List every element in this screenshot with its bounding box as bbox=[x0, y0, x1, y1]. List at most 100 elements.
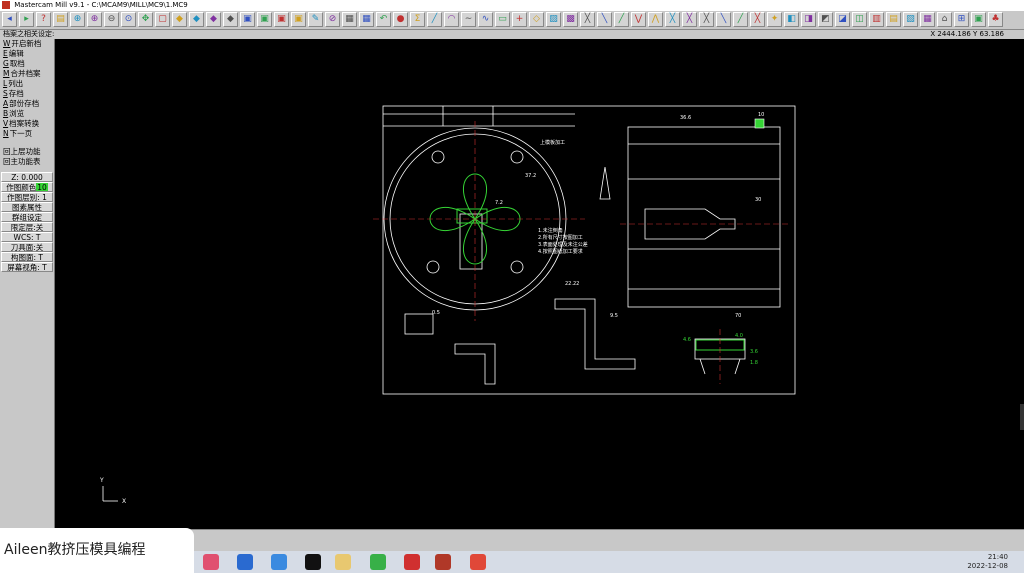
folder-taskbar-icon[interactable] bbox=[335, 554, 351, 570]
back-menu-button[interactable]: 回上层功能 bbox=[0, 147, 54, 157]
menu-item-get[interactable]: G取档 bbox=[0, 59, 54, 69]
transform-2-icon[interactable]: ▦ bbox=[359, 12, 374, 27]
color-button[interactable]: 作图颜色10 bbox=[1, 182, 53, 192]
menu-item-merge[interactable]: M合并档案 bbox=[0, 69, 54, 79]
acrobat-taskbar-icon[interactable] bbox=[404, 554, 420, 570]
toolpath-13-icon[interactable]: ▣ bbox=[971, 12, 986, 27]
toolpath-3-icon[interactable]: ◨ bbox=[801, 12, 816, 27]
rectangle-icon[interactable]: ▭ bbox=[495, 12, 510, 27]
surface-icon[interactable]: ▨ bbox=[546, 12, 561, 27]
system-clock[interactable]: 21:40 2022-12-08 bbox=[967, 553, 1008, 571]
menu-item-save-some[interactable]: A部份存档 bbox=[0, 99, 54, 109]
zoom-out-icon[interactable]: ⊖ bbox=[104, 12, 119, 27]
toolpath-7-icon[interactable]: ▥ bbox=[869, 12, 884, 27]
app-taskbar-icon[interactable] bbox=[203, 554, 219, 570]
clock-date: 2022-12-08 bbox=[967, 562, 1008, 570]
sphere-icon[interactable]: ● bbox=[393, 12, 408, 27]
z-depth-button[interactable]: Z: 0.000 bbox=[1, 172, 53, 182]
menu-item-convert[interactable]: V档案转换 bbox=[0, 119, 54, 129]
spline-icon[interactable]: ∿ bbox=[478, 12, 493, 27]
pointer-taskbar-icon[interactable] bbox=[271, 554, 287, 570]
view-iso-icon[interactable]: ◆ bbox=[223, 12, 238, 27]
axis-x-label: X bbox=[122, 498, 126, 505]
xform-7-icon[interactable]: ╳ bbox=[682, 12, 697, 27]
view-cube-icon[interactable]: ▣ bbox=[240, 12, 255, 27]
wcs-button[interactable]: WCS: T bbox=[1, 232, 53, 242]
toolpath-1-icon[interactable]: ✦ bbox=[767, 12, 782, 27]
view-side-icon[interactable]: ◆ bbox=[206, 12, 221, 27]
file-icon[interactable]: ▤ bbox=[53, 12, 68, 27]
back-arrow-icon[interactable]: ◂ bbox=[2, 12, 17, 27]
xform-2-icon[interactable]: ╲ bbox=[597, 12, 612, 27]
xform-10-icon[interactable]: ╱ bbox=[733, 12, 748, 27]
xform-8-icon[interactable]: ╳ bbox=[699, 12, 714, 27]
xform-5-icon[interactable]: ⋀ bbox=[648, 12, 663, 27]
green-c-taskbar-icon[interactable] bbox=[370, 554, 386, 570]
toolpath-14-icon[interactable]: ♣ bbox=[988, 12, 1003, 27]
toolpath-5-icon[interactable]: ◪ bbox=[835, 12, 850, 27]
limit-level-button[interactable]: 限定层:关 bbox=[1, 222, 53, 232]
view-cube-3-icon[interactable]: ▣ bbox=[274, 12, 289, 27]
chamfer-icon[interactable]: ◇ bbox=[529, 12, 544, 27]
toolpath-9-icon[interactable]: ▧ bbox=[903, 12, 918, 27]
app-logo-icon bbox=[2, 1, 10, 9]
view-top-icon[interactable]: ◆ bbox=[172, 12, 187, 27]
menu-item-edit[interactable]: E编辑 bbox=[0, 49, 54, 59]
toolpath-6-icon[interactable]: ◫ bbox=[852, 12, 867, 27]
level-button[interactable]: 作图层别: 1 bbox=[1, 192, 53, 202]
xform-11-icon[interactable]: ╳ bbox=[750, 12, 765, 27]
plus-icon[interactable]: + bbox=[512, 12, 527, 27]
xform-9-icon[interactable]: ╲ bbox=[716, 12, 731, 27]
undo-icon[interactable]: ↶ bbox=[376, 12, 391, 27]
menu-item-browse[interactable]: B浏览 bbox=[0, 109, 54, 119]
eraser-icon[interactable]: ✎ bbox=[308, 12, 323, 27]
main-menu-panel: W开启新档 E编辑 G取档 M合并档案 L列出 S存档 A部份存档 B浏览 V档… bbox=[0, 39, 55, 529]
construction-plane-button[interactable]: 构图面: T bbox=[1, 252, 53, 262]
forward-arrow-icon[interactable]: ▸ bbox=[19, 12, 34, 27]
clock-time: 21:40 bbox=[987, 553, 1008, 561]
transform-icon[interactable]: ▦ bbox=[342, 12, 357, 27]
toolpath-4-icon[interactable]: ◩ bbox=[818, 12, 833, 27]
sigma-icon[interactable]: Σ bbox=[410, 12, 425, 27]
xform-3-icon[interactable]: ╱ bbox=[614, 12, 629, 27]
zoom-window-icon[interactable]: ⊕ bbox=[70, 12, 85, 27]
mastercam-taskbar-icon[interactable] bbox=[435, 554, 451, 570]
xform-6-icon[interactable]: ╳ bbox=[665, 12, 680, 27]
screen-view-button[interactable]: 屏幕视角: T bbox=[1, 262, 53, 272]
xform-1-icon[interactable]: ╳ bbox=[580, 12, 595, 27]
toolpath-2-icon[interactable]: ◧ bbox=[784, 12, 799, 27]
zoom-in-icon[interactable]: ⊕ bbox=[87, 12, 102, 27]
arc-icon[interactable]: ◠ bbox=[444, 12, 459, 27]
toolpath-8-icon[interactable]: ▤ bbox=[886, 12, 901, 27]
attributes-button[interactable]: 图素属性 bbox=[1, 202, 53, 212]
main-menu-button[interactable]: 回主功能表 bbox=[0, 157, 54, 167]
dim-label: 7.2 bbox=[495, 200, 503, 206]
curve-icon[interactable]: ∼ bbox=[461, 12, 476, 27]
select-icon[interactable]: ▢ bbox=[155, 12, 170, 27]
solid-icon[interactable]: ▩ bbox=[563, 12, 578, 27]
zoom-fit-icon[interactable]: ⊙ bbox=[121, 12, 136, 27]
view-cube-4-icon[interactable]: ▣ bbox=[291, 12, 306, 27]
xform-4-icon[interactable]: ⋁ bbox=[631, 12, 646, 27]
view-front-icon[interactable]: ◆ bbox=[189, 12, 204, 27]
toolpath-12-icon[interactable]: ⊞ bbox=[954, 12, 969, 27]
cursor-coordinates: X 2444.186 Y 63.186 bbox=[930, 30, 1004, 38]
pan-icon[interactable]: ✥ bbox=[138, 12, 153, 27]
menu-item-list[interactable]: L列出 bbox=[0, 79, 54, 89]
help-icon[interactable]: ? bbox=[36, 12, 51, 27]
tool-plane-button[interactable]: 刀具面:关 bbox=[1, 242, 53, 252]
menu-item-next-page[interactable]: N下一页 bbox=[0, 129, 54, 139]
capcut-taskbar-icon[interactable] bbox=[305, 554, 321, 570]
phone-taskbar-icon[interactable] bbox=[237, 554, 253, 570]
red-c-taskbar-icon[interactable] bbox=[470, 554, 486, 570]
graphics-canvas[interactable]: 上模板加工 1.未注倒角 2.所有尺寸按图加工 3.表面处理及未注公差 4.按照… bbox=[55, 39, 1024, 529]
scroll-handle[interactable] bbox=[1020, 404, 1024, 430]
menu-item-save[interactable]: S存档 bbox=[0, 89, 54, 99]
line-icon[interactable]: ╱ bbox=[427, 12, 442, 27]
delete-icon[interactable]: ⊘ bbox=[325, 12, 340, 27]
toolpath-10-icon[interactable]: ▦ bbox=[920, 12, 935, 27]
menu-item-new[interactable]: W开启新档 bbox=[0, 39, 54, 49]
group-button[interactable]: 群组设定 bbox=[1, 212, 53, 222]
toolpath-11-icon[interactable]: ⌂ bbox=[937, 12, 952, 27]
view-cube-2-icon[interactable]: ▣ bbox=[257, 12, 272, 27]
